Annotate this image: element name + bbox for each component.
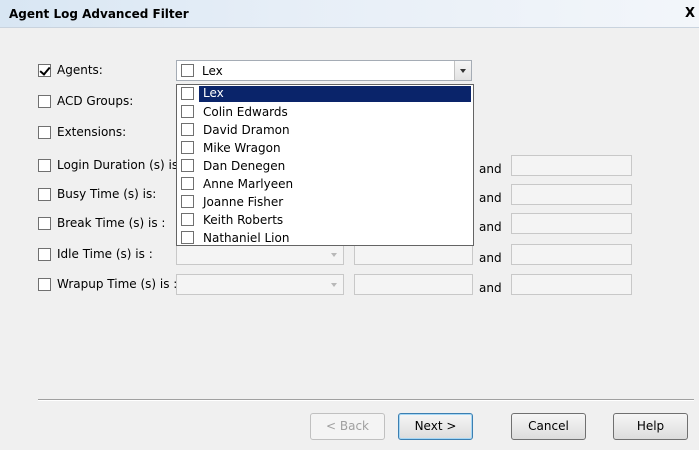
agent-option[interactable]: Dan Denegen xyxy=(177,158,473,175)
agent-option-checkbox[interactable] xyxy=(181,231,194,244)
agent-option[interactable]: Colin Edwards xyxy=(177,104,473,121)
login-duration-checkbox[interactable] xyxy=(38,159,51,172)
idle-time-from-field[interactable] xyxy=(354,244,473,265)
agent-option-label: Keith Roberts xyxy=(203,213,284,227)
agent-option-checkbox[interactable] xyxy=(181,195,194,208)
cancel-button[interactable]: Cancel xyxy=(511,413,586,440)
extensions-label: Extensions: xyxy=(57,125,127,139)
break-time-checkbox[interactable] xyxy=(38,217,51,230)
next-button[interactable]: Next > xyxy=(398,413,473,440)
agent-option-checkbox[interactable] xyxy=(181,177,194,190)
wrapup-time-from-field[interactable] xyxy=(354,274,473,295)
wrapup-time-checkbox[interactable] xyxy=(38,278,51,291)
wrapup-time-operator-combo[interactable] xyxy=(176,274,344,295)
agent-option-label: Colin Edwards xyxy=(203,105,288,119)
agent-option-label: David Dramon xyxy=(203,123,290,137)
idle-time-checkbox[interactable] xyxy=(38,248,51,261)
agents-combo-value: Lex xyxy=(202,64,223,78)
idle-time-operator-combo[interactable] xyxy=(176,244,344,265)
agent-option-checkbox[interactable] xyxy=(181,87,194,100)
login-duration-to-field[interactable] xyxy=(511,155,632,176)
login-duration-label: Login Duration (s) is: xyxy=(57,158,183,172)
wrapup-time-to-field[interactable] xyxy=(511,274,632,295)
agents-dropdown-list[interactable]: Lex Colin Edwards David Dramon Mike Wrag… xyxy=(176,84,474,246)
acd-groups-label: ACD Groups: xyxy=(57,94,134,108)
agent-option[interactable]: Anne Marlyeen xyxy=(177,176,473,193)
back-button[interactable]: < Back xyxy=(310,413,385,440)
agent-option-checkbox[interactable] xyxy=(181,123,194,136)
chevron-down-icon xyxy=(326,245,343,264)
agent-option[interactable]: Mike Wragon xyxy=(177,140,473,157)
agent-option-checkbox[interactable] xyxy=(181,141,194,154)
idle-time-label: Idle Time (s) is : xyxy=(57,247,153,261)
agent-option[interactable]: Lex xyxy=(177,86,473,103)
agent-option[interactable]: Keith Roberts xyxy=(177,212,473,229)
agent-option-label: Dan Denegen xyxy=(203,159,286,173)
extensions-checkbox[interactable] xyxy=(38,126,51,139)
help-button[interactable]: Help xyxy=(613,413,688,440)
acd-groups-checkbox[interactable] xyxy=(38,95,51,108)
agents-label: Agents: xyxy=(57,63,103,77)
agent-option-label: Anne Marlyeen xyxy=(203,177,294,191)
busy-time-checkbox[interactable] xyxy=(38,188,51,201)
wrapup-time-label: Wrapup Time (s) is : xyxy=(57,277,178,291)
break-time-label: Break Time (s) is : xyxy=(57,216,166,230)
agent-option-checkbox[interactable] xyxy=(181,159,194,172)
break-time-and-label: and xyxy=(479,220,502,234)
chevron-down-icon[interactable] xyxy=(454,61,471,80)
agents-combo[interactable]: Lex xyxy=(176,60,472,81)
close-icon[interactable]: X xyxy=(685,6,695,21)
footer-separator xyxy=(38,399,694,401)
chevron-down-icon xyxy=(326,275,343,294)
break-time-to-field[interactable] xyxy=(511,213,632,234)
agent-option[interactable]: David Dramon xyxy=(177,122,473,139)
idle-time-to-field[interactable] xyxy=(511,244,632,265)
busy-time-to-field[interactable] xyxy=(511,184,632,205)
agent-option[interactable]: Joanne Fisher xyxy=(177,194,473,211)
window-title: Agent Log Advanced Filter xyxy=(9,7,189,21)
agents-combo-checkbox xyxy=(181,64,194,77)
idle-time-and-label: and xyxy=(479,251,502,265)
title-bar: Agent Log Advanced Filter X xyxy=(0,0,699,28)
agent-option-checkbox[interactable] xyxy=(181,105,194,118)
busy-time-and-label: and xyxy=(479,191,502,205)
agent-option-label: Lex xyxy=(199,86,471,102)
wrapup-time-and-label: and xyxy=(479,281,502,295)
login-duration-and-label: and xyxy=(479,162,502,176)
agent-option-label: Nathaniel Lion xyxy=(203,231,290,245)
agents-checkbox[interactable] xyxy=(38,64,51,77)
agent-option-label: Mike Wragon xyxy=(203,141,281,155)
busy-time-label: Busy Time (s) is: xyxy=(57,187,157,201)
agent-option-checkbox[interactable] xyxy=(181,213,194,226)
agent-option-label: Joanne Fisher xyxy=(203,195,284,209)
agent-option[interactable]: Nathaniel Lion xyxy=(177,230,473,247)
